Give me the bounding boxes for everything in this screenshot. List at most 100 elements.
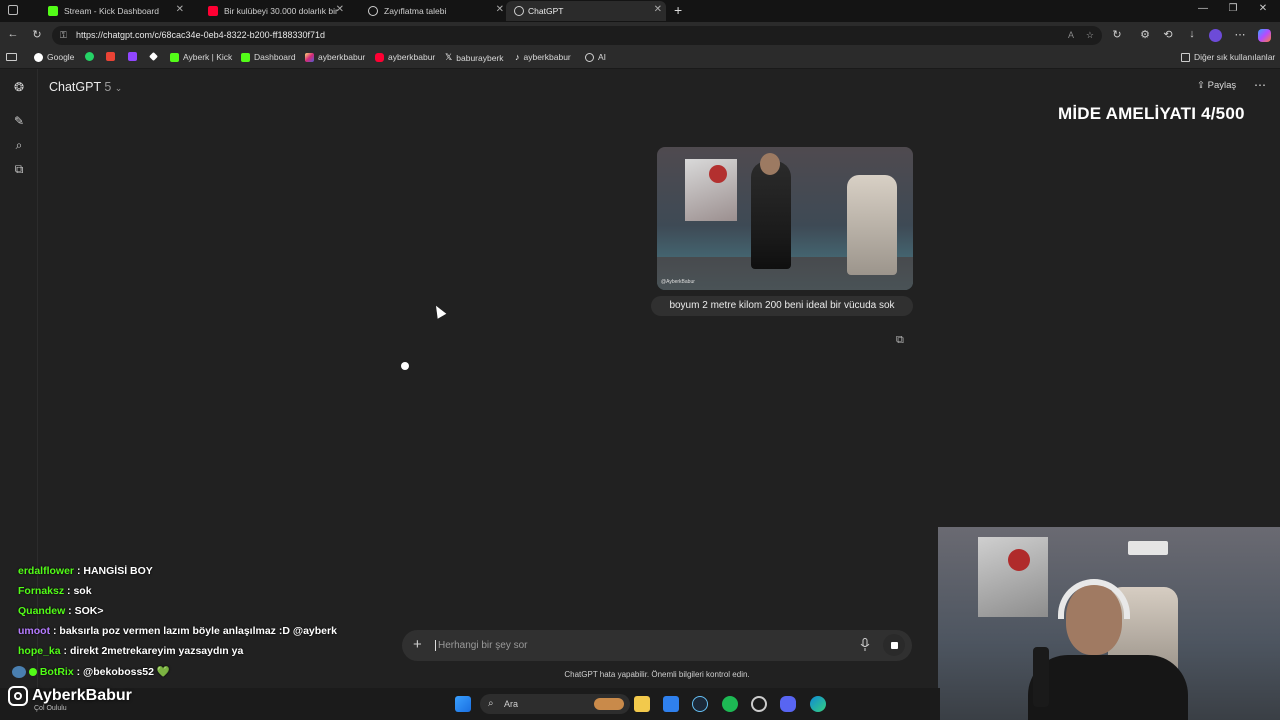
copilot-icon[interactable] <box>1258 29 1271 42</box>
tab-title: Bir kulübeyi 30.000 dolarlık bir RU <box>224 6 340 16</box>
image-red-sun <box>709 165 727 183</box>
bookmark-youtube[interactable]: ayberkbabur <box>375 52 435 62</box>
bookmark-ai[interactable]: AI <box>585 52 606 62</box>
read-aloud-icon[interactable]: A <box>1068 26 1074 45</box>
model-name: ChatGPT <box>49 80 101 94</box>
chevron-down-icon: ⌄ <box>114 83 123 93</box>
profile-avatar[interactable] <box>1209 29 1222 42</box>
share-button[interactable]: ⇪ Paylaş <box>1197 80 1236 91</box>
stop-icon <box>890 641 898 649</box>
user-message: boyum 2 metre kilom 200 beni ideal bir v… <box>651 296 913 316</box>
restore-icon[interactable]: ❐ <box>1218 3 1248 14</box>
search-highlight-icon <box>594 698 624 710</box>
bookmark-gmail[interactable] <box>106 52 115 61</box>
extensions-refresh-icon[interactable]: ↻ <box>1109 28 1125 41</box>
gmail-icon <box>106 52 115 61</box>
library-icon[interactable]: ⧉ <box>12 162 26 176</box>
prompt-input[interactable]: Herhangi bir şey sor <box>435 640 527 651</box>
bookmark-diamond[interactable] <box>149 52 158 61</box>
extension-icon[interactable]: ⚙ <box>1137 28 1153 41</box>
webcam-streamer-body <box>1028 655 1188 720</box>
settings-icon[interactable] <box>751 696 767 712</box>
close-icon[interactable]: ✕ <box>654 4 662 15</box>
kick-icon <box>170 52 179 62</box>
chat-text: direkt 2metrekareyim yazsaydın ya <box>69 645 244 657</box>
taskbar-search-label: Ara <box>504 699 519 709</box>
chat-text: SOK> <box>74 605 104 617</box>
close-icon[interactable]: ✕ <box>496 4 504 15</box>
uploaded-image[interactable]: @AyberkBabur <box>657 147 913 290</box>
bookmark-whatsapp[interactable] <box>85 52 94 61</box>
verified-icon <box>28 668 37 677</box>
microphone-icon[interactable] <box>860 638 870 652</box>
discord-icon[interactable] <box>780 696 796 712</box>
search-icon[interactable]: ⌕ <box>12 138 26 152</box>
chat-nick: umoot <box>18 625 51 637</box>
spotify-icon[interactable] <box>722 696 738 712</box>
copy-icon[interactable]: ⧉ <box>896 334 904 347</box>
edge-icon[interactable] <box>810 696 826 712</box>
chat-text: HANGİSİ BOY <box>83 565 153 577</box>
tab-actions-icon[interactable] <box>8 5 18 15</box>
whatsapp-icon <box>85 52 94 61</box>
openai-icon <box>368 6 378 16</box>
bookmark-twitch[interactable] <box>128 52 137 61</box>
reload-icon[interactable]: ↻ <box>29 28 45 41</box>
store-icon[interactable] <box>663 696 679 712</box>
bookmark-instagram[interactable]: ayberkbabur <box>305 52 365 62</box>
back-icon[interactable]: ← <box>5 28 21 40</box>
new-chat-icon[interactable]: ✎ <box>12 114 26 128</box>
tab-youtube[interactable]: Bir kulübeyi 30.000 dolarlık bir RU ✕ <box>190 1 348 21</box>
more-menu-icon[interactable]: ⋯ <box>1232 28 1248 41</box>
chat-message: BotRix : @bekoboss52 💚 <box>12 665 170 679</box>
address-bar[interactable]: ⚿ https://chatgpt.com/c/68cac34e-0eb4-83… <box>52 26 1102 45</box>
download-icon[interactable]: ↓ <box>1184 28 1200 40</box>
bookmark-tiktok[interactable]: ♪ ayberkbabur <box>515 52 571 62</box>
bookmark-google[interactable]: Google <box>34 52 74 62</box>
chat-text: @bekoboss52 💚 <box>83 666 170 678</box>
reading-list-icon[interactable] <box>6 53 17 61</box>
chat-message: erdalflower : HANGİSİ BOY <box>18 565 153 577</box>
window-close-icon[interactable]: ✕ <box>1248 3 1278 14</box>
minimize-icon[interactable]: — <box>1188 3 1218 14</box>
tab-title: ChatGPT <box>528 6 564 16</box>
bookmark-ayberk-kick[interactable]: Ayberk | Kick <box>170 52 232 62</box>
taskbar-search[interactable]: ⌕ Ara <box>480 694 630 714</box>
history-icon[interactable]: ⟲ <box>1160 28 1176 41</box>
instagram-icon <box>8 686 28 706</box>
tab-title: Zayıflatma talebi <box>384 6 447 16</box>
more-options-icon[interactable]: ⋯ <box>1254 78 1266 92</box>
openai-logo-icon[interactable]: ❂ <box>12 80 26 94</box>
webcam-air-conditioner <box>1128 541 1168 555</box>
thinking-indicator <box>401 362 409 370</box>
windows-start-icon[interactable] <box>455 696 471 712</box>
file-explorer-icon[interactable] <box>634 696 650 712</box>
stop-generation-button[interactable] <box>883 634 905 656</box>
site-info-icon[interactable]: ⚿ <box>60 26 67 45</box>
youtube-icon <box>208 6 218 16</box>
bookmark-other-folder[interactable]: Diğer sık kullanılanlar <box>1181 52 1275 62</box>
image-watermark: @AyberkBabur <box>661 279 695 285</box>
close-icon[interactable]: ✕ <box>336 4 344 15</box>
model-version: 5 <box>104 80 112 94</box>
chat-message: umoot : baksırla poz vermen lazım böyle … <box>18 625 337 637</box>
google-icon <box>34 52 43 62</box>
kick-icon <box>48 6 58 16</box>
webcam-red-sun <box>1008 549 1030 571</box>
close-icon[interactable]: ✕ <box>176 4 184 15</box>
tab-chatgpt[interactable]: ChatGPT ✕ <box>506 1 666 21</box>
instagram-icon <box>305 52 314 62</box>
model-selector[interactable]: ChatGPT 5 ⌄ <box>49 80 122 94</box>
share-icon: ⇪ <box>1197 80 1205 91</box>
diamond-icon <box>149 52 158 61</box>
attach-plus-icon[interactable]: + <box>413 636 422 653</box>
bookmark-dashboard[interactable]: Dashboard <box>241 52 296 62</box>
favorite-star-icon[interactable]: ☆ <box>1086 26 1094 45</box>
steam-icon[interactable] <box>692 696 708 712</box>
new-tab-button[interactable]: + <box>674 2 682 18</box>
openai-icon <box>514 6 524 16</box>
tab-zayiflatma[interactable]: Zayıflatma talebi ✕ <box>350 1 508 21</box>
bookmark-x[interactable]: 𝕏 baburayberk <box>445 52 504 63</box>
brand-subtitle: Çol Oululu <box>34 705 67 712</box>
tab-kick-dashboard[interactable]: Stream - Kick Dashboard ✕ <box>30 1 188 21</box>
